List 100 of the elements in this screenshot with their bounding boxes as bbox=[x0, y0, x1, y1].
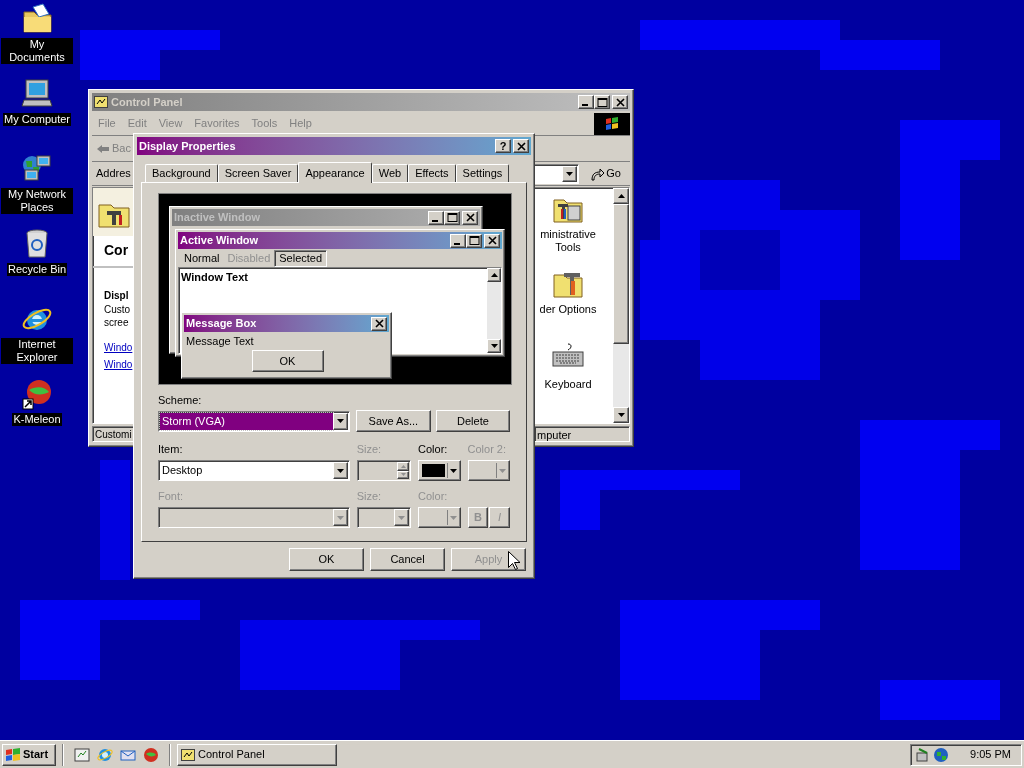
close-icon bbox=[514, 140, 528, 152]
folder-icon[interactable] bbox=[21, 3, 53, 35]
window-text: Window Text bbox=[180, 270, 249, 282]
computer-icon[interactable] bbox=[21, 78, 53, 110]
scroll-up-icon bbox=[617, 194, 625, 198]
pane-text: scree bbox=[104, 316, 129, 329]
close-button[interactable] bbox=[371, 316, 387, 331]
windows-logo-icon bbox=[605, 116, 619, 131]
color-button[interactable] bbox=[418, 507, 461, 528]
go-arrow-icon bbox=[590, 166, 605, 181]
maximize-button[interactable] bbox=[444, 210, 460, 225]
delete-button[interactable]: Delete bbox=[435, 410, 510, 432]
ok-button[interactable]: OK bbox=[251, 350, 324, 372]
close-icon bbox=[463, 212, 477, 223]
message-text: Message Text bbox=[185, 335, 255, 348]
close-icon bbox=[613, 96, 627, 108]
status-text: mputer bbox=[534, 426, 630, 442]
item-label[interactable]: ministrative Tools bbox=[531, 228, 605, 254]
pane-heading: Cor bbox=[104, 241, 129, 260]
go-button[interactable]: Go bbox=[587, 165, 624, 182]
dropdown-field[interactable] bbox=[158, 507, 350, 528]
minimize-button[interactable] bbox=[450, 233, 466, 248]
control-panel-icon bbox=[181, 748, 195, 761]
ball-icon[interactable] bbox=[143, 746, 159, 763]
save-as-button[interactable]: Save As... bbox=[355, 410, 431, 432]
pane-link[interactable]: Windo bbox=[104, 341, 133, 354]
back-arrow-icon bbox=[96, 143, 110, 154]
color-button[interactable] bbox=[467, 460, 510, 481]
window-title: Message Box bbox=[186, 316, 258, 332]
spin-down-icon bbox=[400, 473, 406, 477]
pane-subheading: Displ bbox=[104, 289, 129, 303]
tab[interactable]: Settings bbox=[455, 164, 510, 182]
window-title: Active Window bbox=[180, 233, 260, 249]
address-field[interactable] bbox=[533, 163, 580, 184]
minimize-icon bbox=[454, 242, 460, 245]
close-icon bbox=[372, 318, 386, 329]
maximize-icon bbox=[467, 235, 481, 246]
ok-button[interactable]: OK bbox=[289, 548, 364, 571]
pane-link[interactable]: Windo bbox=[104, 358, 133, 371]
dropdown-field[interactable]: Desktop bbox=[158, 460, 350, 481]
maximize-button[interactable] bbox=[466, 233, 482, 248]
field-label: Item: bbox=[158, 443, 184, 456]
tab[interactable]: Appearance bbox=[298, 162, 372, 183]
tab[interactable]: Background bbox=[145, 164, 218, 182]
close-button[interactable] bbox=[612, 95, 628, 109]
globe-tray-icon[interactable] bbox=[933, 746, 949, 763]
window-title: Control Panel bbox=[111, 94, 184, 110]
minimize-button[interactable] bbox=[428, 210, 444, 225]
item-label[interactable]: Keyboard bbox=[531, 378, 605, 391]
scroll-down-icon bbox=[490, 344, 498, 348]
control-panel-icon bbox=[94, 96, 108, 108]
cancel-button[interactable]: Cancel bbox=[370, 548, 445, 571]
size-spinner[interactable] bbox=[356, 460, 412, 481]
icon-label[interactable]: Internet Explorer bbox=[1, 338, 73, 364]
minimize-icon bbox=[582, 104, 588, 106]
icon-label[interactable]: My Computer bbox=[3, 113, 71, 126]
minimize-button[interactable] bbox=[578, 95, 594, 109]
field-label: Color 2: bbox=[467, 443, 508, 456]
field-label: Scheme: bbox=[158, 394, 203, 407]
tab[interactable]: Screen Saver bbox=[217, 164, 299, 182]
dropdown-arrow-icon bbox=[336, 468, 344, 473]
icon-label[interactable]: My Documents bbox=[1, 38, 73, 64]
dropdown-field[interactable] bbox=[356, 507, 412, 528]
ball-shortcut-icon[interactable] bbox=[21, 378, 53, 410]
clock: 9:05 PM bbox=[969, 747, 1012, 763]
start-button[interactable]: Start bbox=[2, 743, 56, 766]
dropdown-arrow-icon bbox=[566, 171, 574, 176]
help-button[interactable]: ? bbox=[495, 139, 511, 153]
close-button[interactable] bbox=[484, 233, 500, 248]
close-button[interactable] bbox=[513, 139, 529, 153]
dialog-title: Display Properties bbox=[139, 138, 237, 154]
mouse-pointer-icon bbox=[508, 551, 520, 570]
field-label: Font: bbox=[158, 490, 185, 503]
field-label: Color: bbox=[418, 443, 449, 456]
maximize-icon bbox=[595, 96, 609, 108]
icon-label[interactable]: K-Meleon bbox=[12, 413, 62, 426]
scheme-dropdown[interactable]: Storm (VGA) bbox=[158, 410, 350, 432]
maximize-icon bbox=[445, 212, 459, 223]
item-label[interactable]: der Options bbox=[531, 303, 605, 316]
taskbar-button[interactable]: Control Panel bbox=[177, 743, 337, 766]
icon-label[interactable]: My Network Places bbox=[1, 188, 73, 214]
field-label: Size: bbox=[356, 443, 383, 456]
dropdown-arrow-icon bbox=[398, 515, 406, 520]
address-label: Addres bbox=[96, 166, 132, 182]
color-button[interactable] bbox=[418, 460, 461, 481]
dropdown-arrow-icon bbox=[499, 468, 506, 473]
close-button[interactable] bbox=[462, 210, 478, 225]
scrollbar[interactable] bbox=[613, 188, 629, 423]
dropdown-arrow-icon bbox=[336, 515, 344, 520]
tab[interactable]: Effects bbox=[408, 164, 456, 182]
tab[interactable]: Web bbox=[371, 164, 409, 182]
desktop-icon[interactable] bbox=[74, 746, 90, 763]
maximize-button[interactable] bbox=[594, 95, 610, 109]
windows-logo-icon bbox=[5, 747, 21, 762]
spin-up-icon bbox=[400, 464, 406, 468]
icon-label[interactable]: Recycle Bin bbox=[6, 263, 68, 276]
dropdown-arrow-icon bbox=[449, 515, 457, 520]
pane-text: Custo bbox=[104, 303, 131, 316]
network-tray-icon[interactable] bbox=[915, 746, 931, 763]
scroll-down-icon bbox=[617, 413, 625, 417]
